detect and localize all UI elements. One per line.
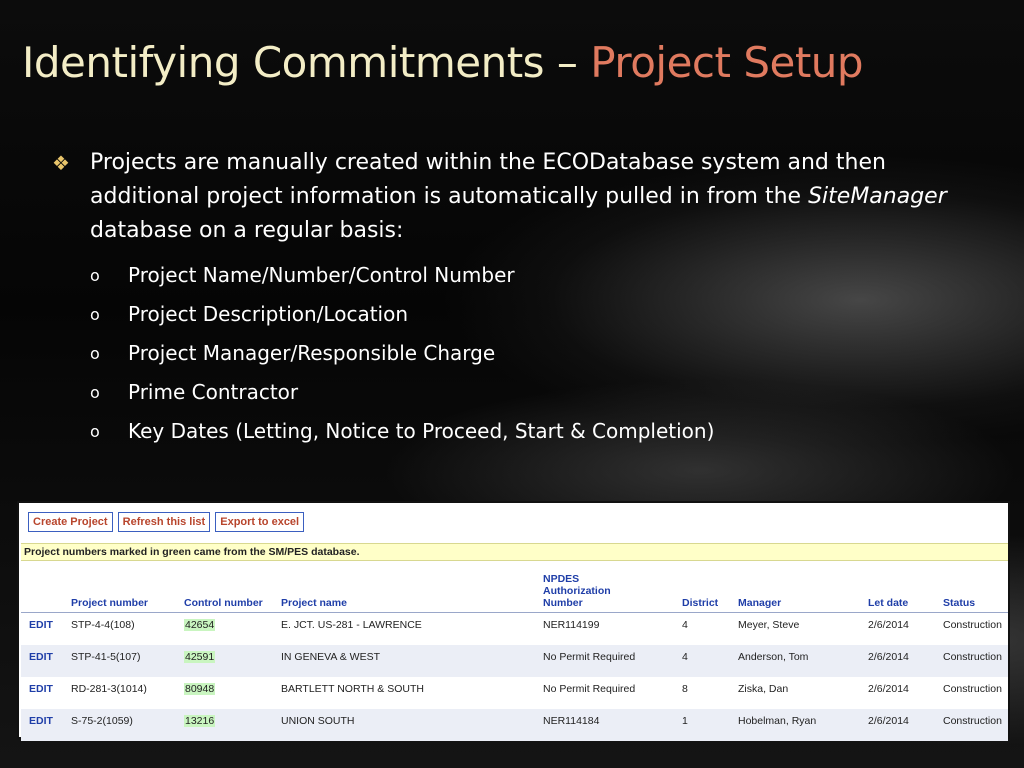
circle-bullet-icon: o — [90, 305, 100, 324]
sub-bullet-item: o Prime Contractor — [90, 373, 982, 412]
cell-project-number: S-75-2(1059) — [63, 708, 176, 741]
cell-npdes: No Permit Required — [535, 644, 674, 677]
title-accent: Project Setup — [590, 38, 864, 87]
bullet-text-italic: SiteManager — [808, 184, 947, 209]
green-control-number: 42591 — [184, 650, 216, 663]
cell-project-name: BARTLETT NORTH & SOUTH — [281, 682, 424, 695]
circle-bullet-icon: o — [90, 422, 100, 441]
green-control-number: 42654 — [184, 619, 216, 631]
edit-link[interactable]: EDIT — [21, 708, 63, 741]
cell-manager: Hobelman, Ryan — [730, 708, 860, 741]
cell-district: 8 — [682, 682, 688, 695]
edit-link[interactable]: EDIT — [21, 613, 63, 645]
sub-bullet-text: Project Description/Location — [128, 302, 409, 326]
sub-bullet-text: Key Dates (Letting, Notice to Proceed, S… — [128, 419, 715, 443]
circle-bullet-icon: o — [90, 383, 100, 402]
edit-link[interactable]: EDIT — [21, 677, 63, 709]
cell-status: Construction — [935, 644, 1008, 677]
cell-project-name: UNION SOUTH — [273, 708, 535, 741]
cell-status: Construction — [943, 682, 1002, 695]
cell-npdes: No Permit Required — [543, 682, 636, 695]
cell-let-date: 2/6/2014 — [860, 644, 935, 677]
cell-status: Construction — [935, 708, 1008, 741]
cell-let-date: 2/6/2014 — [868, 619, 909, 631]
slide-title: Identifying Commitments – Project Setup — [22, 38, 864, 87]
embedded-screenshot: Create Project Refresh this list Export … — [17, 501, 1010, 741]
sub-bullet-item: o Project Name/Number/Control Number — [90, 256, 982, 295]
circle-bullet-icon: o — [90, 344, 100, 363]
cell-project-number: STP-41-5(107) — [63, 644, 176, 677]
table-row: EDIT STP-41-5(107) 42591 IN GENEVA & WES… — [21, 644, 1008, 677]
edit-link[interactable]: EDIT — [21, 644, 63, 677]
bullet-text-part-1: Projects are manually created within the… — [90, 150, 886, 209]
table-row: EDIT RD-281-3(1014) 80948 BARTLETT NORTH… — [21, 677, 1008, 709]
cell-control-number: 42654 — [176, 613, 273, 645]
export-excel-button[interactable]: Export to excel — [215, 512, 305, 532]
header-npdes-line2: Authorization — [543, 585, 611, 597]
cell-control-number: 80948 — [176, 677, 273, 709]
diamond-bullet-icon: ❖ — [52, 151, 70, 175]
cell-control-number: 42591 — [176, 644, 273, 677]
main-bullet: ❖ Projects are manually created within t… — [52, 146, 982, 248]
cell-let-date: 2/6/2014 — [860, 708, 935, 741]
cell-let-date: 2/6/2014 — [868, 682, 909, 695]
table-header-row: Project number Control number Project na… — [21, 563, 1008, 613]
header-district[interactable]: District — [674, 563, 730, 613]
cell-project-name: IN GENEVA & WEST — [273, 644, 535, 677]
cell-district: 1 — [674, 708, 730, 741]
green-control-number: 80948 — [184, 682, 216, 695]
refresh-list-button[interactable]: Refresh this list — [117, 512, 211, 532]
sub-bullet-item: o Key Dates (Letting, Notice to Proceed, … — [90, 412, 982, 451]
cell-district: 4 — [682, 619, 688, 631]
header-project-number[interactable]: Project number — [63, 563, 176, 613]
cell-district: 4 — [674, 644, 730, 677]
header-npdes-line1: NPDES — [543, 573, 580, 585]
cell-status: Construction — [943, 619, 1002, 631]
sub-bullet-list: o Project Name/Number/Control Number o Pro… — [52, 256, 982, 451]
sub-bullet-item: o Project Description/Location — [90, 295, 982, 334]
cell-npdes: NER114199 — [543, 619, 600, 631]
info-note: Project numbers marked in green came fro… — [21, 543, 1008, 561]
button-bar: Create Project Refresh this list Export … — [28, 512, 306, 534]
cell-project-number: STP-4-4(108) — [71, 619, 135, 631]
header-let-date[interactable]: Let date — [860, 563, 935, 613]
sub-bullet-text: Project Name/Number/Control Number — [128, 263, 515, 287]
circle-bullet-icon: o — [90, 266, 100, 285]
table-row: EDIT S-75-2(1059) 13216 UNION SOUTH NER1… — [21, 708, 1008, 741]
sub-bullet-text: Prime Contractor — [128, 380, 299, 404]
cell-manager: Anderson, Tom — [730, 644, 860, 677]
sub-bullet-item: o Project Manager/Responsible Charge — [90, 334, 982, 373]
header-control-number[interactable]: Control number — [176, 563, 273, 613]
cell-npdes: NER114184 — [535, 708, 674, 741]
bullet-list: ❖ Projects are manually created within t… — [52, 146, 982, 451]
cell-manager: Ziska, Dan — [738, 682, 789, 695]
header-manager[interactable]: Manager — [730, 563, 860, 613]
header-npdes[interactable]: NPDES Authorization Number — [535, 563, 674, 613]
table-row: EDIT STP-4-4(108) 42654 E. JCT. US-281 -… — [21, 613, 1008, 645]
create-project-button[interactable]: Create Project — [28, 512, 113, 532]
cell-control-number: 13216 — [176, 708, 273, 741]
header-edit — [21, 563, 63, 613]
cell-project-number: RD-281-3(1014) — [71, 682, 147, 695]
bullet-text-part-2: database on a regular basis: — [90, 218, 404, 243]
sub-bullet-text: Project Manager/Responsible Charge — [128, 341, 496, 365]
green-control-number: 13216 — [184, 714, 216, 727]
header-npdes-line3: Number — [543, 597, 583, 609]
projects-table: Project number Control number Project na… — [21, 563, 1008, 741]
cell-project-name: E. JCT. US-281 - LAWRENCE — [281, 619, 422, 631]
header-status[interactable]: Status — [935, 563, 1008, 613]
header-project-name[interactable]: Project name — [273, 563, 535, 613]
cell-manager: Meyer, Steve — [738, 619, 800, 631]
title-main: Identifying Commitments – — [22, 38, 591, 87]
